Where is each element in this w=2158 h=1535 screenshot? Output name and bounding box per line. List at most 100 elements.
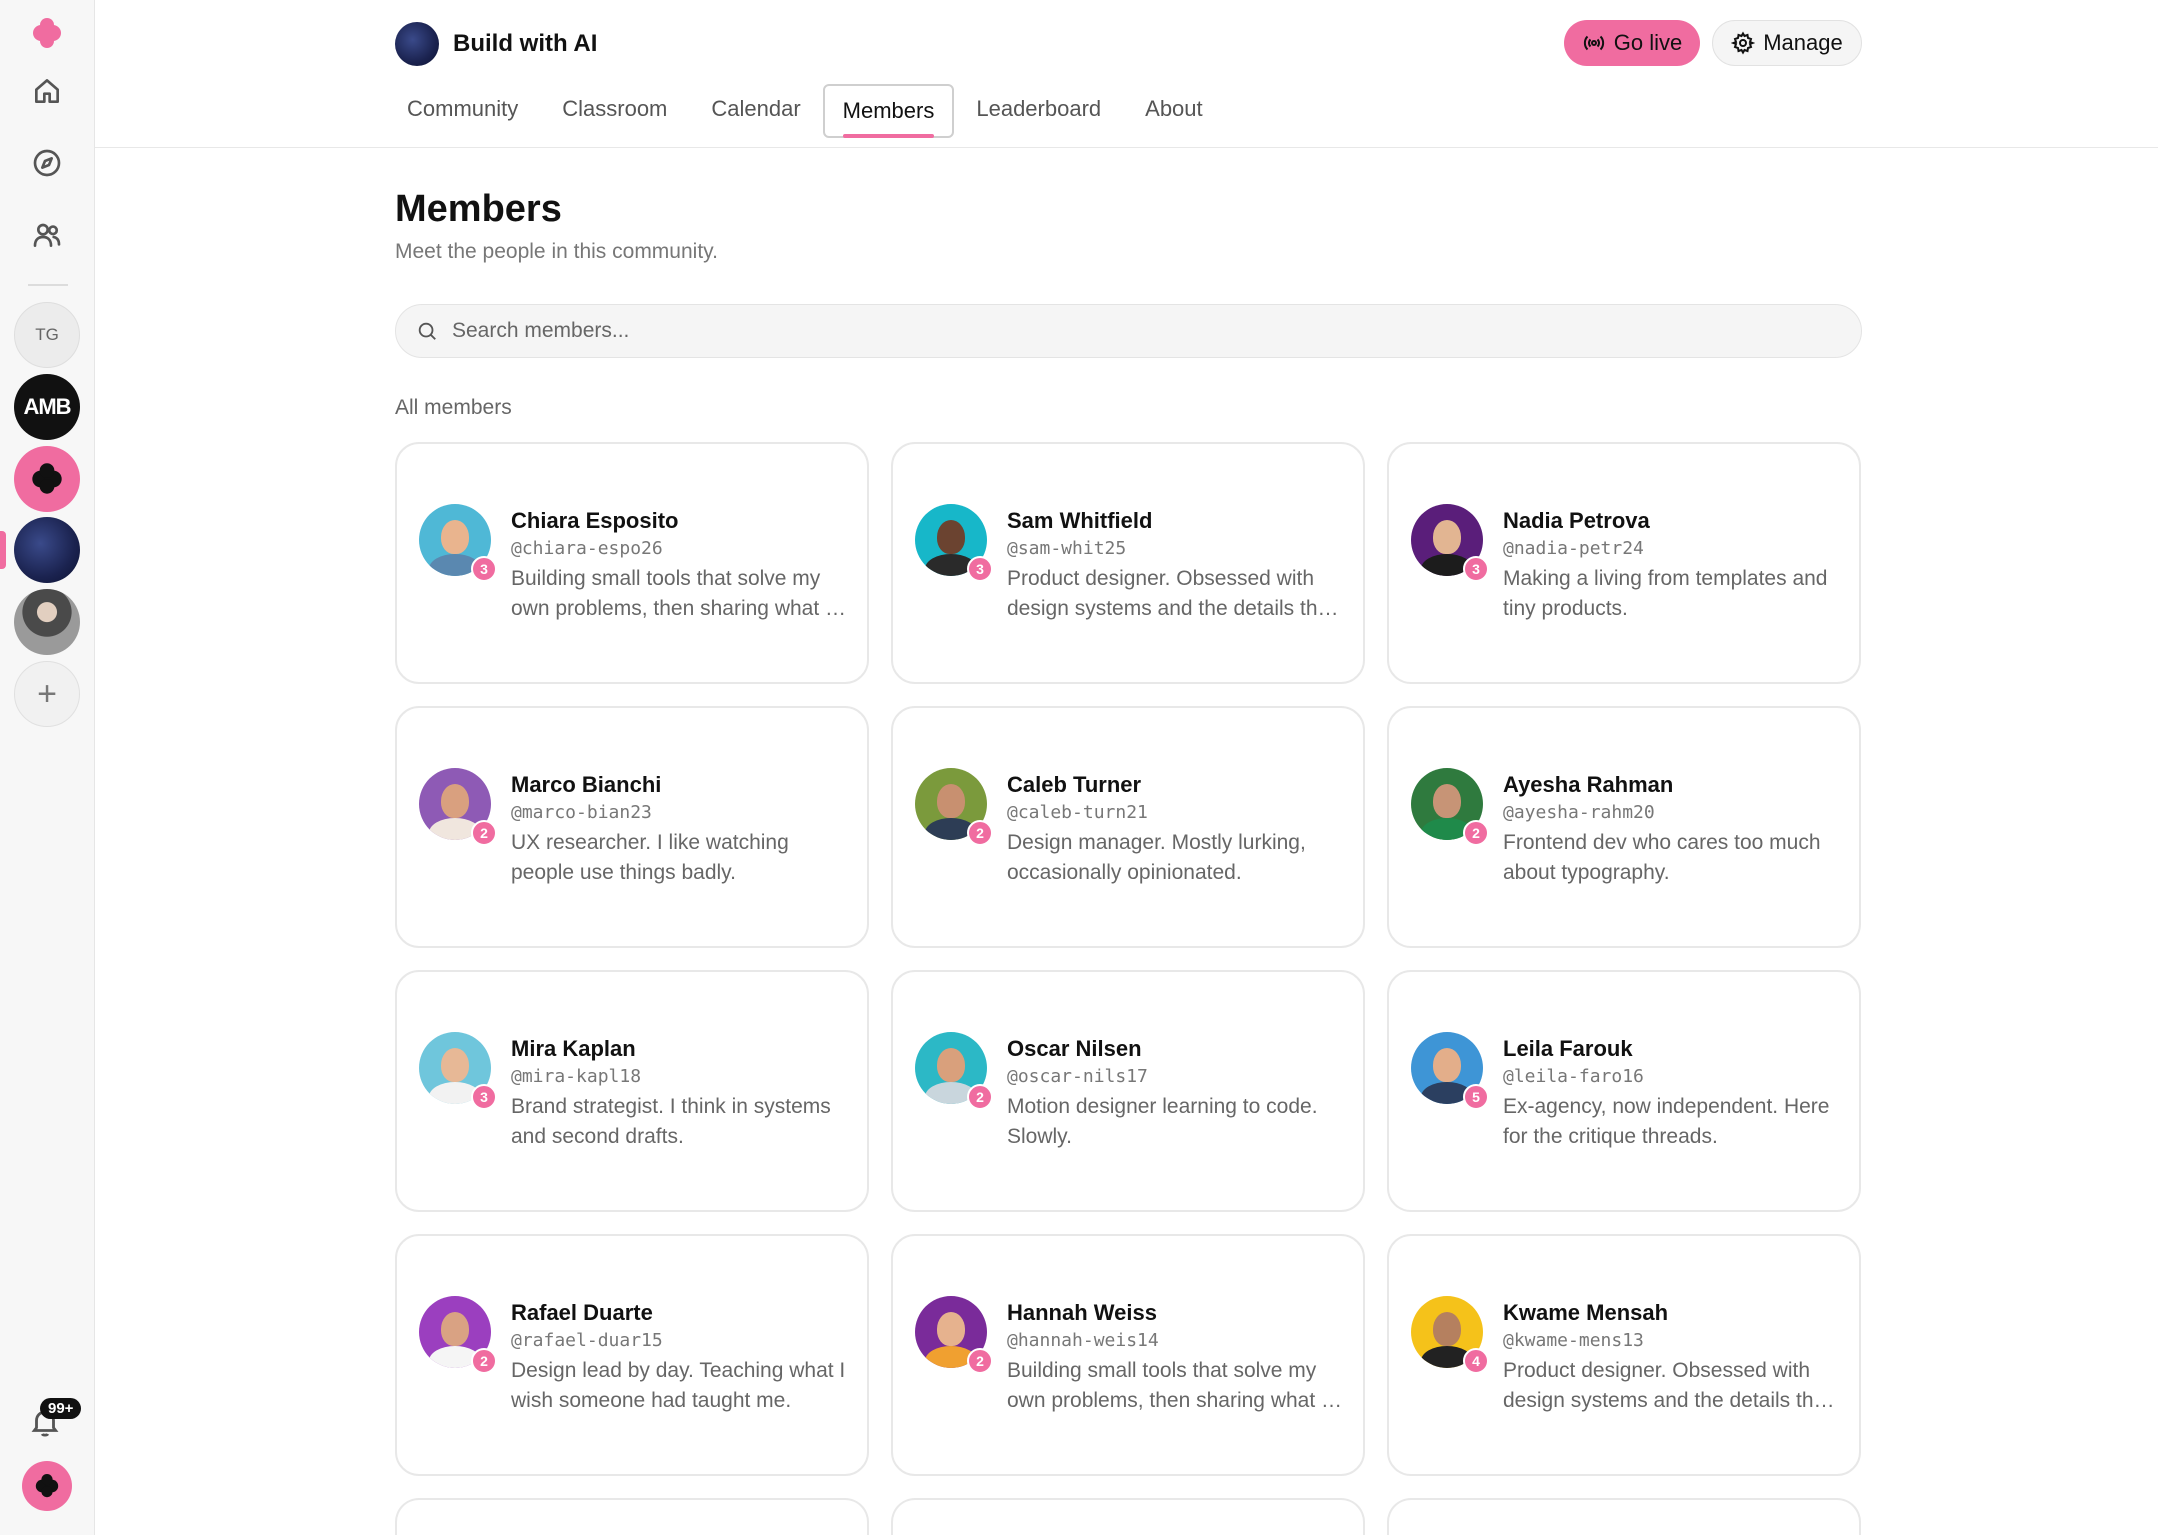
member-name[interactable]: Chiara Esposito: [511, 508, 678, 534]
member-card[interactable]: 5 Leila Farouk @leila-faro16 Ex-agency, now…: [1387, 970, 1861, 1212]
member-name[interactable]: Mira Kaplan: [511, 1036, 636, 1062]
member-avatar[interactable]: 3: [419, 1032, 497, 1110]
community-brand[interactable]: Build with AI: [395, 22, 597, 66]
member-handle: @rafael-duar15: [511, 1330, 663, 1351]
member-name[interactable]: Sam Whitfield: [1007, 508, 1152, 534]
member-handle: @sam-whit25: [1007, 538, 1127, 559]
member-handle: @chiara-espo26: [511, 538, 663, 559]
member-bio: Design manager. Mostly lurking, occasion…: [1007, 831, 1306, 884]
member-avatar[interactable]: 2: [1411, 768, 1489, 846]
member-name[interactable]: Hannah Weiss: [1007, 1300, 1157, 1326]
member-handle: @kwame-mens13: [1503, 1330, 1644, 1351]
tab-classroom[interactable]: Classroom: [540, 84, 689, 138]
search-input[interactable]: [452, 319, 1752, 343]
level-badge: 3: [471, 556, 497, 582]
community-tabs: Community Classroom Calendar Members Lea…: [385, 84, 1225, 138]
member-card[interactable]: 3 Mira Kaplan @mira-kapl18 Brand strategist…: [395, 970, 869, 1212]
search-bar[interactable]: [395, 304, 1862, 358]
notifications-badge: 99+: [40, 1398, 82, 1419]
member-card[interactable]: 2 Marco Bianchi @marco-bian23 UX researcher…: [395, 706, 869, 948]
member-card[interactable]: 2 Ayesha Rahman @ayesha-rahm20 Frontend dev…: [1387, 706, 1861, 948]
tab-leaderboard[interactable]: Leaderboard: [954, 84, 1123, 138]
member-avatar[interactable]: 2: [915, 1032, 993, 1110]
member-handle: @hannah-weis14: [1007, 1330, 1159, 1351]
manage-button[interactable]: Manage: [1712, 20, 1862, 66]
gear-icon: [1731, 31, 1756, 55]
community-avatar: [395, 22, 439, 66]
member-name[interactable]: Marco Bianchi: [511, 772, 661, 798]
user-avatar[interactable]: [22, 1461, 72, 1511]
community-title: Build with AI: [453, 30, 598, 57]
avatar-face: [1433, 520, 1461, 554]
avatar-face: [1433, 784, 1461, 818]
community-amb[interactable]: AMB: [14, 374, 80, 440]
member-name[interactable]: Nadia Petrova: [1503, 508, 1650, 534]
member-name[interactable]: Leila Farouk: [1503, 1036, 1633, 1062]
member-card[interactable]: 2 Rafael Duarte @rafael-duar15 Design lead …: [395, 1234, 869, 1476]
member-card[interactable]: [1387, 1498, 1861, 1535]
members-icon[interactable]: [14, 202, 80, 268]
level-badge: 2: [967, 1084, 993, 1110]
avatar-face: [1433, 1048, 1461, 1082]
explore-icon[interactable]: [14, 130, 80, 196]
community-tg[interactable]: TG: [14, 302, 80, 368]
community-pink[interactable]: [14, 446, 80, 512]
member-bio: Design lead by day. Teaching what I wish…: [511, 1359, 846, 1412]
avatar-face: [1433, 1312, 1461, 1346]
member-name[interactable]: Kwame Mensah: [1503, 1300, 1668, 1326]
member-card[interactable]: 3 Nadia Petrova @nadia-petr24 Making a livi…: [1387, 442, 1861, 684]
member-avatar[interactable]: 2: [915, 1296, 993, 1374]
avatar-face: [937, 520, 965, 554]
tab-community[interactable]: Community: [385, 84, 540, 138]
community-photo[interactable]: [14, 589, 80, 655]
plus-icon: +: [37, 675, 57, 713]
level-badge: 2: [471, 1348, 497, 1374]
home-icon[interactable]: [14, 58, 80, 124]
member-avatar[interactable]: 2: [915, 768, 993, 846]
members-grid: 3 Chiara Esposito @chiara-espo26 Building s…: [395, 442, 1862, 1535]
member-name[interactable]: Oscar Nilsen: [1007, 1036, 1142, 1062]
member-card[interactable]: [891, 1498, 1365, 1535]
member-name[interactable]: Caleb Turner: [1007, 772, 1141, 798]
member-bio: Making a living from templates and tiny …: [1503, 567, 1828, 620]
avatar-face: [937, 1048, 965, 1082]
level-badge: 3: [967, 556, 993, 582]
avatar-face: [441, 1312, 469, 1346]
member-card[interactable]: 3 Chiara Esposito @chiara-espo26 Building s…: [395, 442, 869, 684]
avatar-face: [441, 784, 469, 818]
avatar-face: [441, 1048, 469, 1082]
community-build-with-ai[interactable]: [14, 517, 80, 583]
avatar-face: [937, 784, 965, 818]
member-card[interactable]: 2 Caleb Turner @caleb-turn21 Design manager…: [891, 706, 1365, 948]
member-avatar[interactable]: 3: [915, 504, 993, 582]
member-avatar[interactable]: 2: [419, 1296, 497, 1374]
add-community-button[interactable]: +: [14, 661, 80, 727]
left-rail: TG AMB + 99+: [0, 0, 95, 1535]
member-avatar[interactable]: 5: [1411, 1032, 1489, 1110]
member-bio: Product designer. Obsessed with design s…: [1503, 1359, 1832, 1412]
tab-calendar[interactable]: Calendar: [689, 84, 822, 138]
avatar-face: [937, 1312, 965, 1346]
member-avatar[interactable]: 3: [419, 504, 497, 582]
member-handle: @leila-faro16: [1503, 1066, 1644, 1087]
level-badge: 2: [967, 820, 993, 846]
member-name[interactable]: Ayesha Rahman: [1503, 772, 1673, 798]
go-live-button[interactable]: Go live: [1564, 20, 1700, 66]
member-card[interactable]: 4 Kwame Mensah @kwame-mens13 Product design…: [1387, 1234, 1861, 1476]
search-icon: [418, 322, 436, 340]
member-card[interactable]: 3 Sam Whitfield @sam-whit25 Product designe…: [891, 442, 1365, 684]
member-avatar[interactable]: 2: [419, 768, 497, 846]
community-tg-label: TG: [35, 325, 59, 344]
member-avatar[interactable]: 3: [1411, 504, 1489, 582]
rail-divider: [28, 284, 68, 286]
header: Build with AI Go live Manage Community C…: [95, 0, 2158, 148]
member-card[interactable]: 2 Oscar Nilsen @oscar-nils17 Motion designe…: [891, 970, 1365, 1212]
member-avatar[interactable]: 4: [1411, 1296, 1489, 1374]
member-card[interactable]: [395, 1498, 869, 1535]
level-badge: 2: [967, 1348, 993, 1374]
member-name[interactable]: Rafael Duarte: [511, 1300, 653, 1326]
tab-members[interactable]: Members: [822, 84, 955, 138]
member-handle: @caleb-turn21: [1007, 802, 1148, 823]
member-card[interactable]: 2 Hannah Weiss @hannah-weis14 Building smal…: [891, 1234, 1365, 1476]
tab-about[interactable]: About: [1123, 84, 1225, 138]
